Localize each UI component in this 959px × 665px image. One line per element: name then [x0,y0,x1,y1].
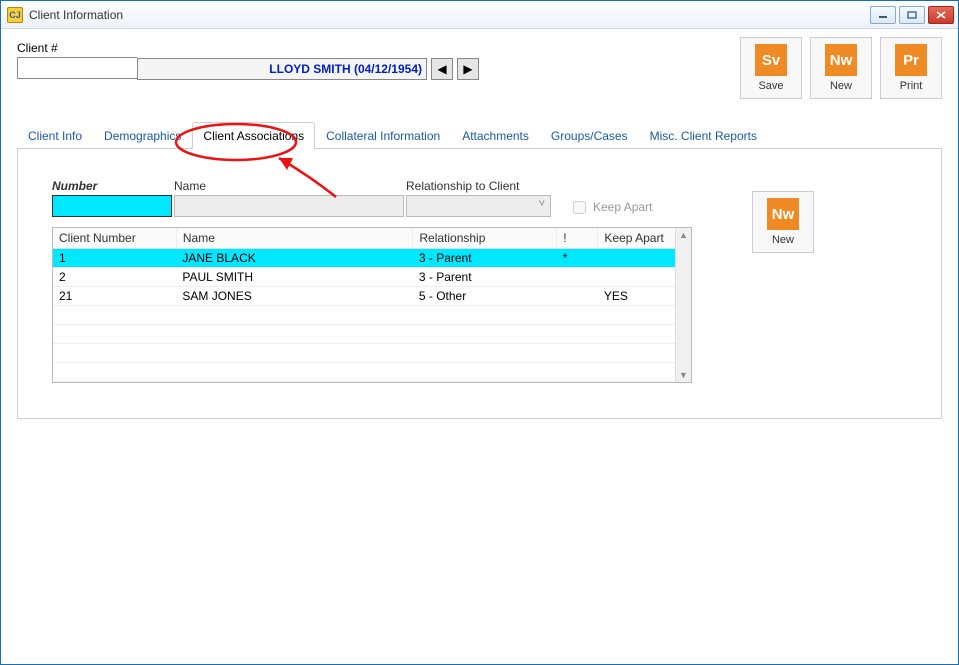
cell-client-number: 21 [53,287,176,306]
save-icon: Sv [755,44,787,76]
tab-strip: Client Info Demographics Client Associat… [17,121,942,149]
tab-collateral-information[interactable]: Collateral Information [315,122,451,149]
new-label: New [830,80,852,92]
table-row[interactable]: 1 JANE BLACK 3 - Parent * [53,249,691,268]
table-header-row: Client Number Name Relationship ! Keep A… [53,228,691,249]
cell-name: SAM JONES [176,287,412,306]
new-icon: Nw [825,44,857,76]
col-client-number[interactable]: Client Number [53,228,176,249]
cell-client-number: 1 [53,249,176,268]
filter-keep-apart-label: Keep Apart [593,200,652,214]
table-row[interactable] [53,306,691,325]
window-title: Client Information [29,8,870,22]
filter-keep-apart-checkbox[interactable] [573,201,586,214]
window-controls [870,6,954,24]
tab-demographics[interactable]: Demographics [93,122,192,149]
next-record-button[interactable]: ▶ [457,58,479,80]
minimize-button[interactable] [870,6,896,24]
new-button[interactable]: Nw New [810,37,872,99]
client-information-window: CJ Client Information Client # … [0,0,959,665]
print-label: Print [900,80,923,92]
filter-name-label: Name [174,179,404,193]
close-icon [936,11,946,19]
titlebar: CJ Client Information [1,1,958,29]
tab-client-info[interactable]: Client Info [17,122,93,149]
save-label: Save [758,80,783,92]
filter-number-field: … [52,195,172,217]
print-button[interactable]: Pr Print [880,37,942,99]
table-row[interactable]: 2 PAUL SMITH 3 - Parent [53,268,691,287]
close-button[interactable] [928,6,954,24]
table-scrollbar[interactable] [675,228,691,382]
cell-relationship: 5 - Other [413,287,557,306]
panel-new-button[interactable]: Nw New [752,191,814,253]
minimize-icon [878,11,888,19]
maximize-icon [907,11,917,19]
header-row: Client # … LLOYD SMITH (04/12/1954) ◀ ▶ [17,41,942,99]
filter-relationship-select[interactable] [406,195,551,217]
tab-client-associations[interactable]: Client Associations [192,122,315,149]
cell-flag [557,287,598,306]
tab-attachments[interactable]: Attachments [451,122,540,149]
client-associations-panel: Number … Name Relationship to Cl [17,149,942,419]
panel-side-buttons: Nw New [752,191,814,253]
cell-relationship: 3 - Parent [413,268,557,287]
filter-number-label: Number [52,179,172,193]
client-number-label: Client # [17,41,137,55]
table-row[interactable]: 21 SAM JONES 5 - Other YES [53,287,691,306]
col-name[interactable]: Name [176,228,412,249]
prev-record-button[interactable]: ◀ [431,58,453,80]
client-display-name: LLOYD SMITH (04/12/1954) [137,58,427,80]
table-row[interactable] [53,363,691,382]
save-button[interactable]: Sv Save [740,37,802,99]
cell-flag: * [557,249,598,268]
table-row[interactable] [53,325,691,344]
filter-keep-apart[interactable]: Keep Apart [569,197,652,217]
triangle-right-icon: ▶ [463,62,472,76]
cell-name: PAUL SMITH [176,268,412,287]
new-icon: Nw [767,198,799,230]
client-number-block: Client # … [17,41,137,79]
cell-relationship: 3 - Parent [413,249,557,268]
client-number-field: … [17,57,137,79]
toolbar: Sv Save Nw New Pr Print [740,37,942,99]
filter-row: Number … Name Relationship to Cl [52,179,712,217]
table-row[interactable] [53,344,691,363]
col-relationship[interactable]: Relationship [413,228,557,249]
content-area: Client # … LLOYD SMITH (04/12/1954) ◀ ▶ [1,29,958,664]
triangle-left-icon: ◀ [437,62,446,76]
associations-table: Client Number Name Relationship ! Keep A… [52,227,692,383]
cell-flag [557,268,598,287]
print-icon: Pr [895,44,927,76]
col-flag[interactable]: ! [557,228,598,249]
filter-relationship-label: Relationship to Client [406,179,551,193]
panel-new-label: New [772,234,794,246]
cell-client-number: 2 [53,268,176,287]
filter-name-input[interactable] [174,195,404,217]
tab-groups-cases[interactable]: Groups/Cases [540,122,639,149]
maximize-button[interactable] [899,6,925,24]
app-icon: CJ [7,7,23,23]
tab-misc-client-reports[interactable]: Misc. Client Reports [639,122,768,149]
record-nav: ◀ ▶ [431,58,479,80]
cell-name: JANE BLACK [176,249,412,268]
